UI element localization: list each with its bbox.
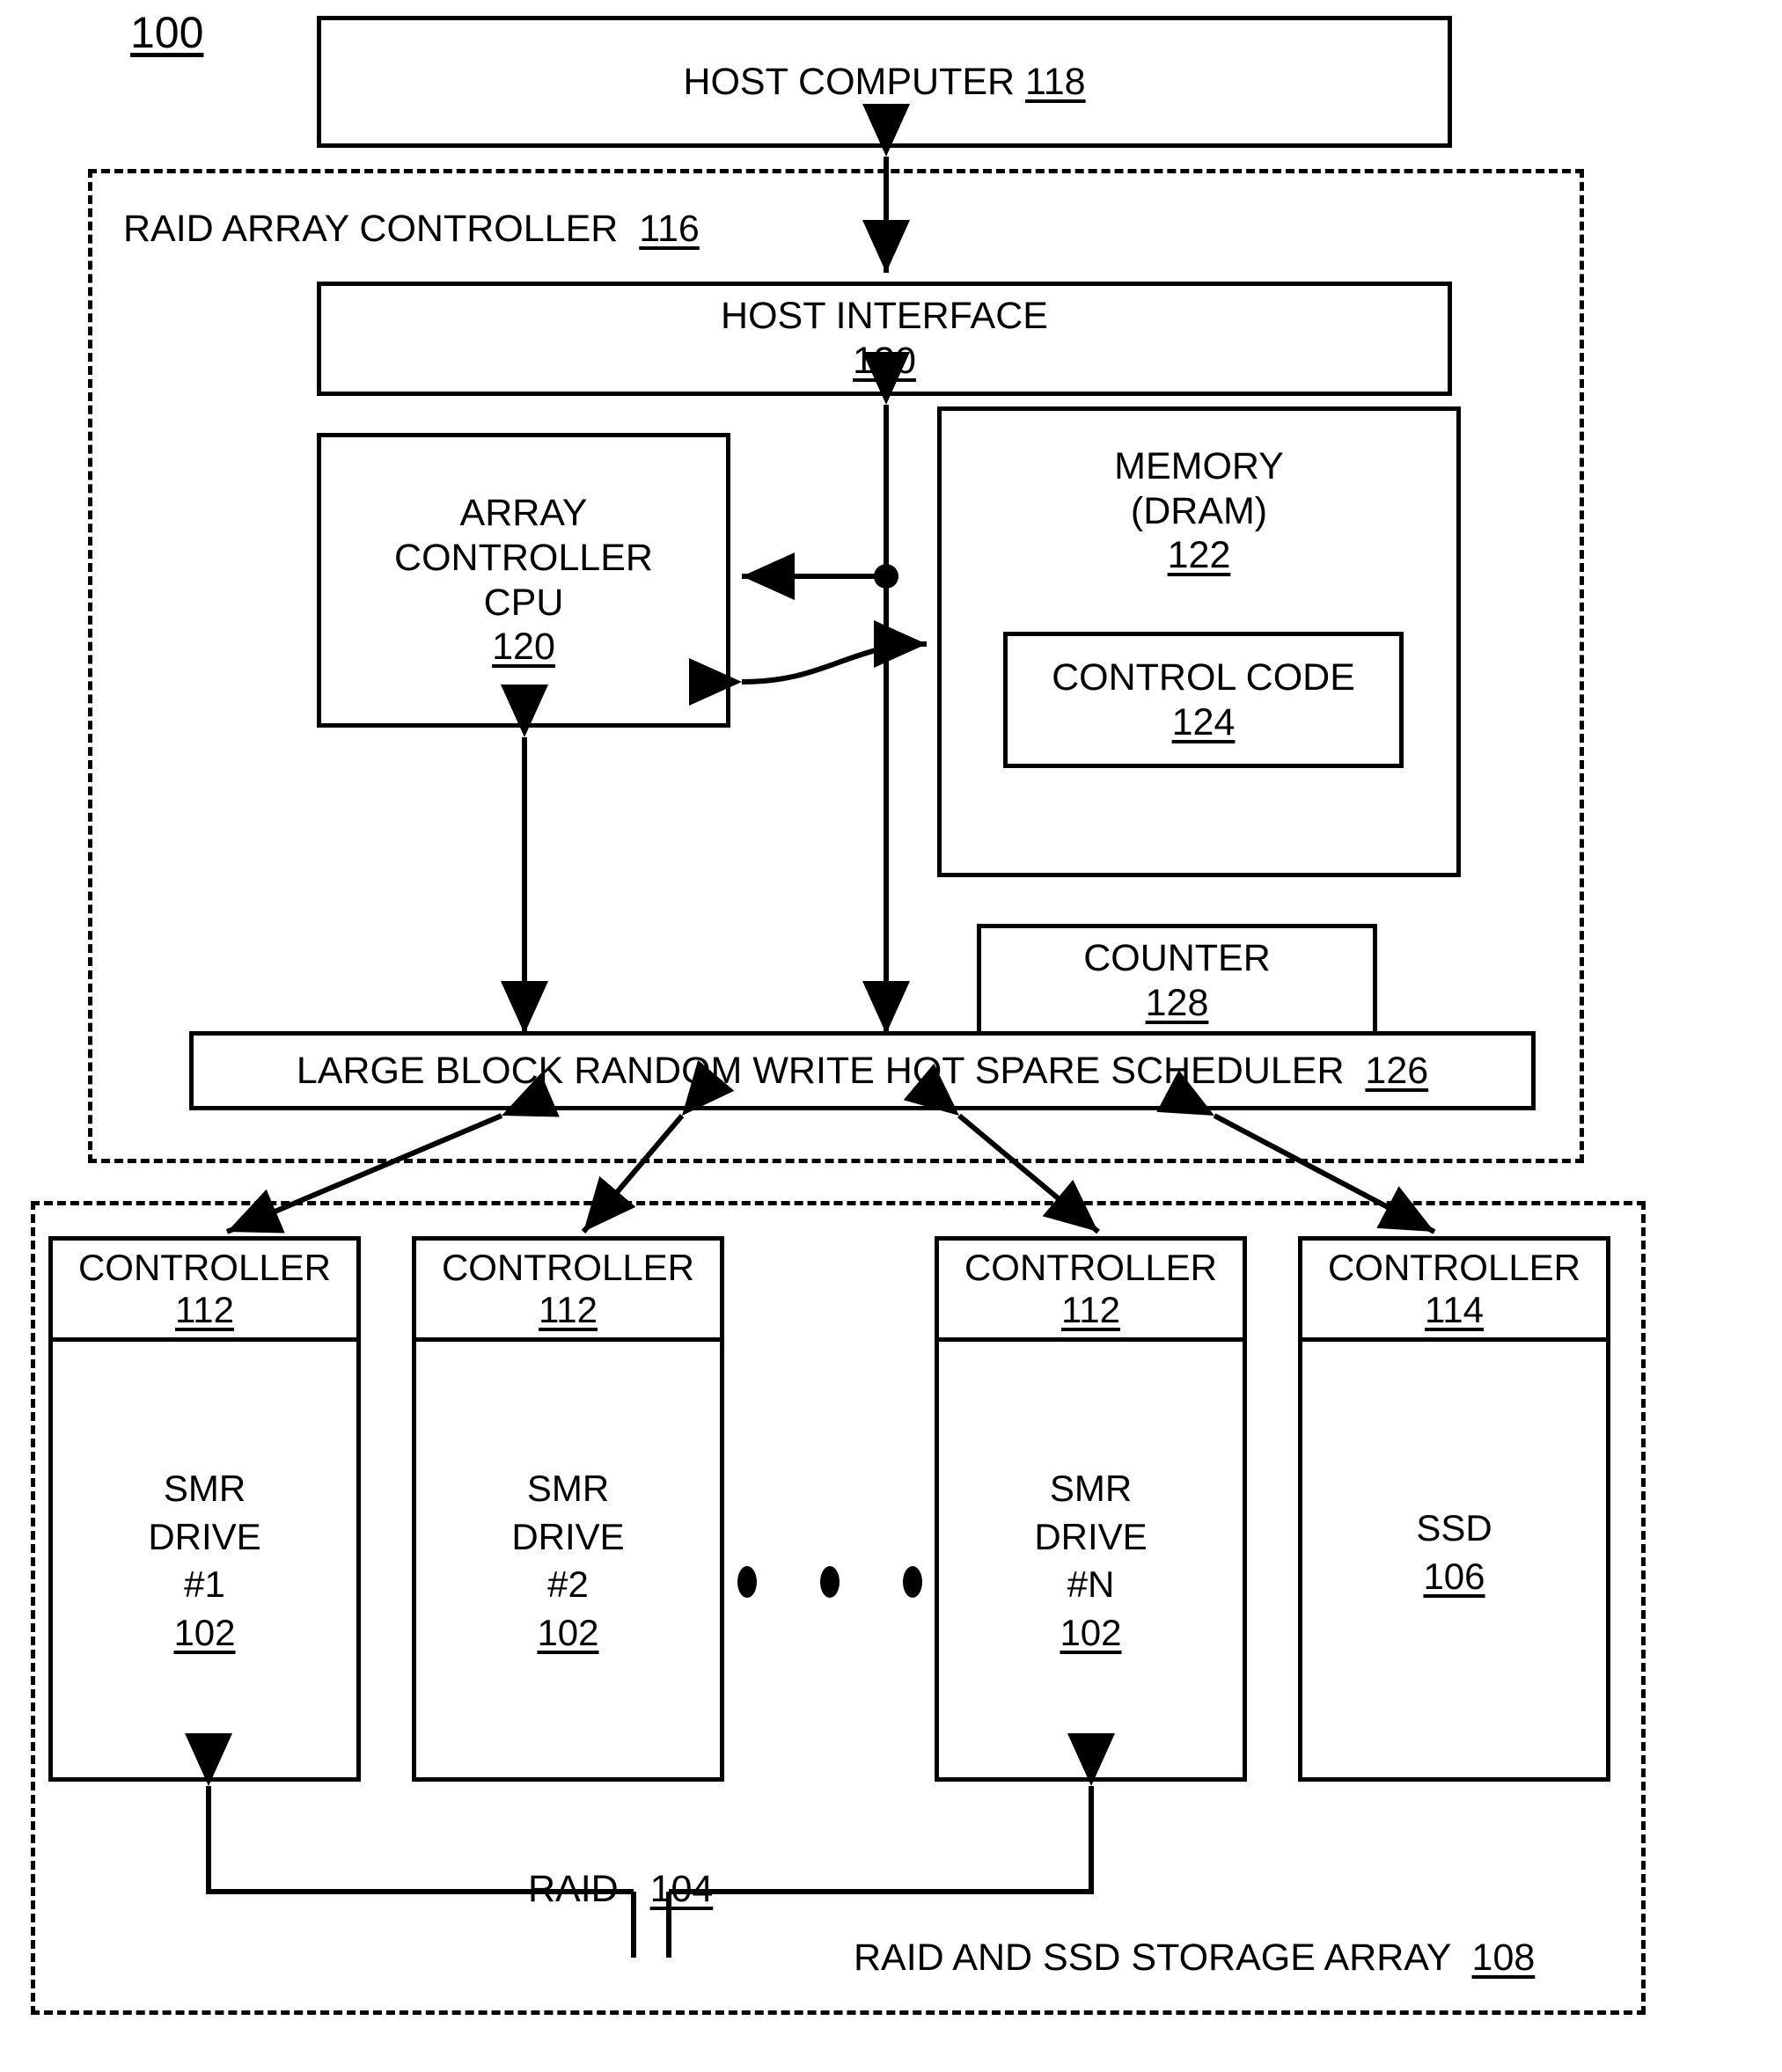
host-interface-block: HOST INTERFACE 130 bbox=[317, 282, 1452, 396]
ellipsis-dot-icon bbox=[737, 1566, 757, 1598]
drive-n-controller-ref: 112 bbox=[1061, 1289, 1120, 1330]
drive-1-controller-ref: 112 bbox=[175, 1289, 234, 1330]
drive-2-body: SMR DRIVE #2 102 bbox=[416, 1342, 720, 1657]
counter-ref: 128 bbox=[1145, 982, 1209, 1024]
drive-2-controller-ref: 112 bbox=[539, 1289, 598, 1330]
memory-line1: MEMORY bbox=[1114, 445, 1284, 487]
counter-block: COUNTER 128 bbox=[977, 924, 1377, 1038]
ellipsis-dot-icon bbox=[903, 1566, 922, 1598]
host-computer-block: HOST COMPUTER 118 bbox=[317, 16, 1452, 148]
host-computer-label: HOST COMPUTER bbox=[683, 60, 1016, 103]
host-interface-label: HOST INTERFACE bbox=[721, 295, 1048, 338]
array-cpu-line1: ARRAY bbox=[459, 492, 588, 535]
host-computer-text: HOST COMPUTER 118 bbox=[683, 60, 1085, 105]
drive-1-line2: DRIVE bbox=[148, 1515, 261, 1557]
drive-2-line2: DRIVE bbox=[511, 1515, 625, 1557]
scheduler-label: LARGE BLOCK RANDOM WRITE HOT SPARE SCHED… bbox=[296, 1049, 1345, 1092]
drive-n-controller-label: CONTROLLER bbox=[964, 1247, 1218, 1289]
storage-array-label: RAID AND SSD STORAGE ARRAY bbox=[854, 1937, 1451, 1979]
storage-array-label-group: RAID AND SSD STORAGE ARRAY 108 bbox=[854, 1936, 1535, 1980]
control-code-label: CONTROL CODE bbox=[1052, 655, 1355, 699]
drive-1-ref: 102 bbox=[173, 1611, 236, 1653]
ssd-block: CONTROLLER 114 SSD 106 bbox=[1298, 1236, 1610, 1782]
drive-1-line3: #1 bbox=[184, 1563, 225, 1606]
smr-drive-2-block: CONTROLLER 112 SMR DRIVE #2 102 bbox=[412, 1236, 724, 1782]
drive-2-ref: 102 bbox=[537, 1611, 599, 1653]
host-interface-ref: 130 bbox=[853, 340, 916, 382]
drive-1-body: SMR DRIVE #1 102 bbox=[53, 1342, 356, 1657]
ssd-body: SSD 106 bbox=[1302, 1342, 1606, 1600]
drive-n-line3: #N bbox=[1067, 1563, 1115, 1606]
drive-n-line1: SMR bbox=[1049, 1468, 1133, 1509]
drive-2-line3: #2 bbox=[547, 1563, 589, 1606]
array-cpu-ref: 120 bbox=[492, 626, 555, 669]
control-code-ref: 124 bbox=[1171, 700, 1236, 743]
raid-array-controller-label-group: RAID ARRAY CONTROLLER 116 bbox=[123, 207, 700, 252]
drive-n-body: SMR DRIVE #N 102 bbox=[939, 1342, 1243, 1657]
host-computer-ref: 118 bbox=[1025, 60, 1086, 103]
ssd-controller: CONTROLLER 114 bbox=[1302, 1241, 1606, 1342]
drive-1-controller: CONTROLLER 112 bbox=[53, 1241, 356, 1342]
raid-ref: 104 bbox=[649, 1868, 714, 1910]
ssd-controller-ref: 114 bbox=[1425, 1289, 1484, 1330]
raid-array-controller-ref: 116 bbox=[639, 208, 700, 250]
scheduler-block: LARGE BLOCK RANDOM WRITE HOT SPARE SCHED… bbox=[189, 1031, 1536, 1110]
drive-1-line1: SMR bbox=[163, 1468, 246, 1509]
scheduler-text: LARGE BLOCK RANDOM WRITE HOT SPARE SCHED… bbox=[297, 1049, 1428, 1094]
drive-n-ref: 102 bbox=[1060, 1611, 1122, 1653]
array-controller-cpu-block: ARRAY CONTROLLER CPU 120 bbox=[317, 433, 730, 728]
patent-figure: 100 HOST COMPUTER 118 RAID ARRAY CONTROL… bbox=[0, 0, 1782, 2072]
drive-2-controller-label: CONTROLLER bbox=[441, 1247, 695, 1289]
memory-label-group: MEMORY (DRAM) 122 bbox=[942, 444, 1456, 578]
ssd-ref: 106 bbox=[1423, 1555, 1485, 1597]
drive-1-controller-label: CONTROLLER bbox=[77, 1247, 332, 1289]
smr-drive-1-block: CONTROLLER 112 SMR DRIVE #1 102 bbox=[48, 1236, 361, 1782]
storage-array-ref: 108 bbox=[1471, 1937, 1536, 1979]
raid-label: RAID bbox=[528, 1868, 619, 1910]
memory-ref: 122 bbox=[1167, 534, 1231, 577]
drive-2-controller: CONTROLLER 112 bbox=[416, 1241, 720, 1342]
control-code-block: CONTROL CODE 124 bbox=[1003, 632, 1404, 768]
smr-drive-n-block: CONTROLLER 112 SMR DRIVE #N 102 bbox=[935, 1236, 1247, 1782]
raid-array-controller-label: RAID ARRAY CONTROLLER bbox=[123, 208, 619, 250]
ellipsis-dots bbox=[737, 1566, 922, 1598]
drive-2-line1: SMR bbox=[526, 1468, 610, 1509]
scheduler-ref: 126 bbox=[1365, 1049, 1429, 1092]
ssd-controller-label: CONTROLLER bbox=[1327, 1247, 1581, 1289]
memory-line2: (DRAM) bbox=[1130, 489, 1268, 532]
array-cpu-line2: CONTROLLER bbox=[394, 536, 653, 579]
ssd-line1: SSD bbox=[1416, 1507, 1492, 1549]
figure-number: 100 bbox=[130, 8, 204, 57]
drive-n-line2: DRIVE bbox=[1034, 1515, 1148, 1557]
drive-n-controller: CONTROLLER 112 bbox=[939, 1241, 1243, 1342]
counter-label: COUNTER bbox=[1083, 937, 1271, 980]
raid-label-group: RAID 104 bbox=[528, 1867, 713, 1912]
ellipsis-dot-icon bbox=[820, 1566, 840, 1598]
array-cpu-line3: CPU bbox=[483, 581, 564, 624]
